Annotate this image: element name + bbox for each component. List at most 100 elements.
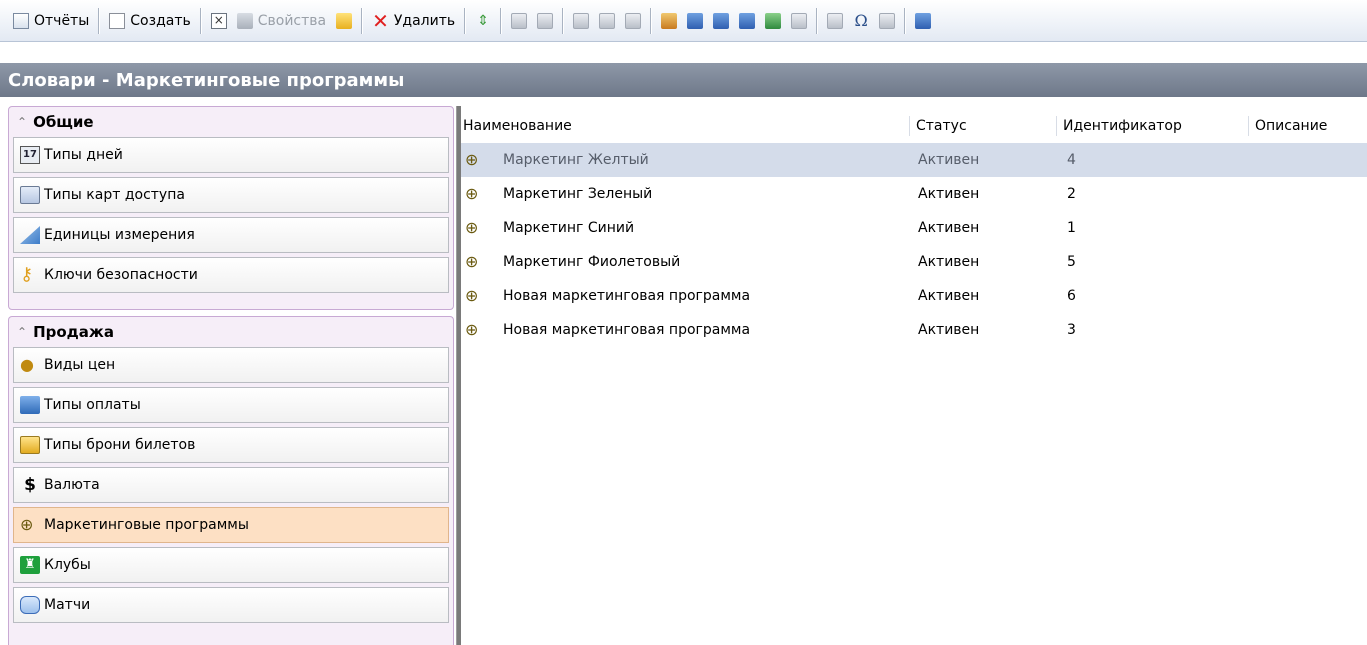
ticket-icon: [20, 436, 40, 454]
marketing-icon: ⊕: [465, 150, 479, 169]
sidebar-item-label: Типы брони билетов: [44, 437, 196, 453]
marketing-icon: ⊕: [465, 184, 479, 203]
page-title: Словари - Маркетинговые программы: [8, 69, 405, 91]
cell-status: Активен: [918, 152, 980, 168]
sidebar-item-security-keys[interactable]: ⚷ Ключи безопасности: [13, 257, 449, 293]
group-label: Общие: [33, 113, 94, 131]
cell-status: Активен: [918, 186, 980, 202]
arrow-icon: [915, 12, 932, 29]
more-button[interactable]: [910, 6, 936, 36]
column-separator[interactable]: [1248, 116, 1249, 136]
toolbar-separator: [199, 7, 202, 34]
properties-button[interactable]: Свойства: [232, 6, 331, 36]
delete-icon: ✕: [372, 8, 389, 33]
window-title-bar: Словари - Маркетинговые программы: [0, 63, 1367, 97]
group-general: ⌃ Общие 17 Типы дней Типы карт доступа Е…: [8, 106, 454, 310]
grid-header: Наименование Статус Идентификатор Описан…: [461, 114, 1367, 138]
search-button[interactable]: [874, 6, 900, 36]
sidebar-item-clubs[interactable]: ♜ Клубы: [13, 547, 449, 583]
cell-name: Маркетинг Фиолетовый: [503, 254, 681, 270]
delete-button[interactable]: ✕ Удалить: [367, 6, 460, 36]
folder-icon: [336, 12, 353, 29]
match-icon: [20, 596, 40, 614]
cell-status: Активен: [918, 220, 980, 236]
cell-id: 1: [1067, 220, 1076, 236]
column-header-name[interactable]: Наименование: [463, 114, 572, 138]
refresh-button[interactable]: ⇕: [470, 6, 496, 36]
group-sales: ⌃ Продажа ● Виды цен Типы оплаты Типы бр…: [8, 316, 454, 645]
delete-label: Удалить: [393, 12, 456, 29]
symbol-button[interactable]: Ω: [848, 6, 874, 36]
sidebar-item-label: Валюта: [44, 477, 100, 493]
coins-icon: ●: [20, 355, 34, 374]
column-header-description[interactable]: Описание: [1255, 114, 1327, 138]
table-row[interactable]: ⊕ Маркетинг Желтый Активен 4: [461, 143, 1367, 177]
table-row[interactable]: ⊕ Новая маркетинговая программа Активен …: [461, 279, 1367, 313]
marketing-icon: ⊕: [20, 515, 34, 534]
sidebar-item-payment-types[interactable]: Типы оплаты: [13, 387, 449, 423]
tool-button-3[interactable]: [708, 6, 734, 36]
tool-button-6[interactable]: [786, 6, 812, 36]
reports-button[interactable]: Отчёты: [8, 6, 94, 36]
toolbar-separator: [650, 7, 653, 34]
copy-button[interactable]: [594, 6, 620, 36]
sidebar-item-access-card-types[interactable]: Типы карт доступа: [13, 177, 449, 213]
close-box-icon: ×: [210, 12, 227, 29]
sidebar-item-marketing-programs[interactable]: ⊕ Маркетинговые программы: [13, 507, 449, 543]
chart-icon: [765, 12, 782, 29]
sidebar-item-ticket-reservation-types[interactable]: Типы брони билетов: [13, 427, 449, 463]
sidebar-item-matches[interactable]: Матчи: [13, 587, 449, 623]
sidebar-item-day-types[interactable]: 17 Типы дней: [13, 137, 449, 173]
create-button[interactable]: Создать: [104, 6, 195, 36]
tool-button-2[interactable]: [682, 6, 708, 36]
collapse-chevron-icon: ⌃: [17, 325, 28, 339]
collapse-chevron-icon: ⌃: [17, 115, 28, 129]
column-separator[interactable]: [1056, 116, 1057, 136]
tool-button-1[interactable]: [656, 6, 682, 36]
paste-button[interactable]: [620, 6, 646, 36]
folder-button[interactable]: [331, 6, 357, 36]
sidebar-item-label: Клубы: [44, 557, 91, 573]
key-icon: ⚷: [20, 264, 34, 285]
column-separator[interactable]: [909, 116, 910, 136]
toolbar-separator: [816, 7, 819, 34]
calendar-button[interactable]: [822, 6, 848, 36]
toolbar-separator: [361, 7, 364, 34]
payment-icon: [20, 396, 40, 414]
group-header-sales[interactable]: ⌃ Продажа: [11, 321, 449, 343]
cut-button[interactable]: [568, 6, 594, 36]
properties-icon: [236, 12, 253, 29]
cell-name: Маркетинг Зеленый: [503, 186, 653, 202]
column-header-id[interactable]: Идентификатор: [1063, 114, 1182, 138]
marketing-icon: ⊕: [465, 218, 479, 237]
new-document-icon: [109, 12, 126, 29]
cell-status: Активен: [918, 254, 980, 270]
table-row[interactable]: ⊕ Маркетинг Зеленый Активен 2: [461, 177, 1367, 211]
table-row[interactable]: ⊕ Маркетинг Синий Активен 1: [461, 211, 1367, 245]
club-icon: ♜: [20, 556, 40, 574]
sidebar-item-price-types[interactable]: ● Виды цен: [13, 347, 449, 383]
omega-icon: Ω: [854, 10, 868, 30]
sidebar-item-currency[interactable]: $ Валюта: [13, 467, 449, 503]
table-row[interactable]: ⊕ Маркетинг Фиолетовый Активен 5: [461, 245, 1367, 279]
close-button[interactable]: ×: [206, 6, 232, 36]
cell-id: 5: [1067, 254, 1076, 270]
cell-name: Маркетинг Синий: [503, 220, 635, 236]
table-row[interactable]: ⊕ Новая маркетинговая программа Активен …: [461, 313, 1367, 347]
sidebar-item-units[interactable]: Единицы измерения: [13, 217, 449, 253]
tool-button-5[interactable]: [760, 6, 786, 36]
toolbar-separator: [98, 7, 101, 34]
sidebar-item-label: Виды цен: [44, 357, 116, 373]
print-preview-button[interactable]: [506, 6, 532, 36]
column-header-status[interactable]: Статус: [916, 114, 967, 138]
cell-status: Активен: [918, 288, 980, 304]
cell-id: 6: [1067, 288, 1076, 304]
print-button[interactable]: [532, 6, 558, 36]
group-header-general[interactable]: ⌃ Общие: [11, 111, 449, 133]
cell-name: Маркетинг Желтый: [503, 152, 649, 168]
ruler-icon: [739, 12, 756, 29]
tool-button-4[interactable]: [734, 6, 760, 36]
marketing-icon: ⊕: [465, 252, 479, 271]
marketing-icon: ⊕: [465, 320, 479, 339]
cell-name: Новая маркетинговая программа: [503, 322, 751, 338]
